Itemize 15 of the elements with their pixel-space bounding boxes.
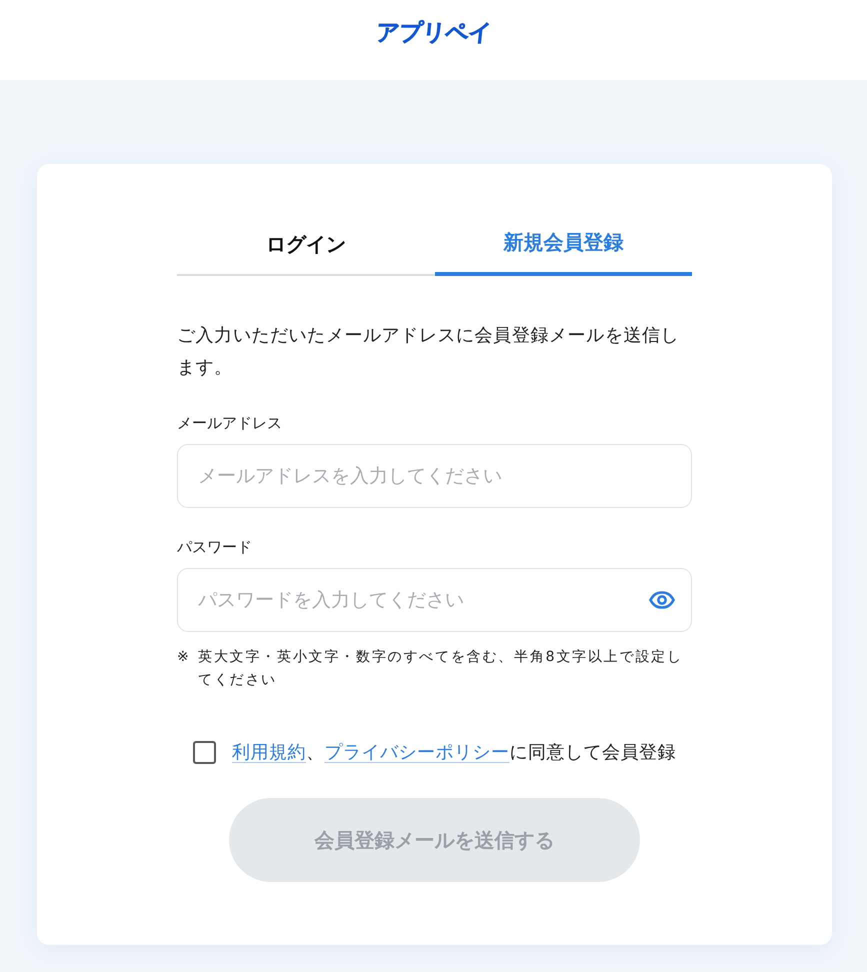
tab[interactable]: ログイン	[177, 214, 434, 276]
password-field[interactable]: パスワードを入力してください	[177, 568, 692, 632]
eye-icon[interactable]	[649, 591, 675, 609]
policy-link[interactable]: プライバシーポリシー	[324, 742, 510, 762]
agreement-text: 利用規約、プライバシーポリシーに同意して会員登録	[232, 740, 676, 764]
tab[interactable]: 新規会員登録	[434, 212, 692, 276]
app-logo: アプリペイ	[374, 22, 492, 44]
field-label: メールアドレス	[177, 413, 283, 434]
intro-text: ご入力いただいたメールアドレスに会員登録メールを送信します。	[177, 324, 680, 380]
email-field[interactable]: メールアドレスを入力してください	[177, 444, 692, 508]
note-mark: ※	[177, 648, 192, 667]
field-label: パスワード	[177, 537, 253, 558]
agree-checkbox[interactable]	[193, 740, 216, 764]
password-hint: 英大文字・英小文字・数字のすべてを含む、半角8文字以上で設定してください	[198, 648, 684, 690]
policy-link[interactable]: 利用規約	[232, 742, 306, 762]
